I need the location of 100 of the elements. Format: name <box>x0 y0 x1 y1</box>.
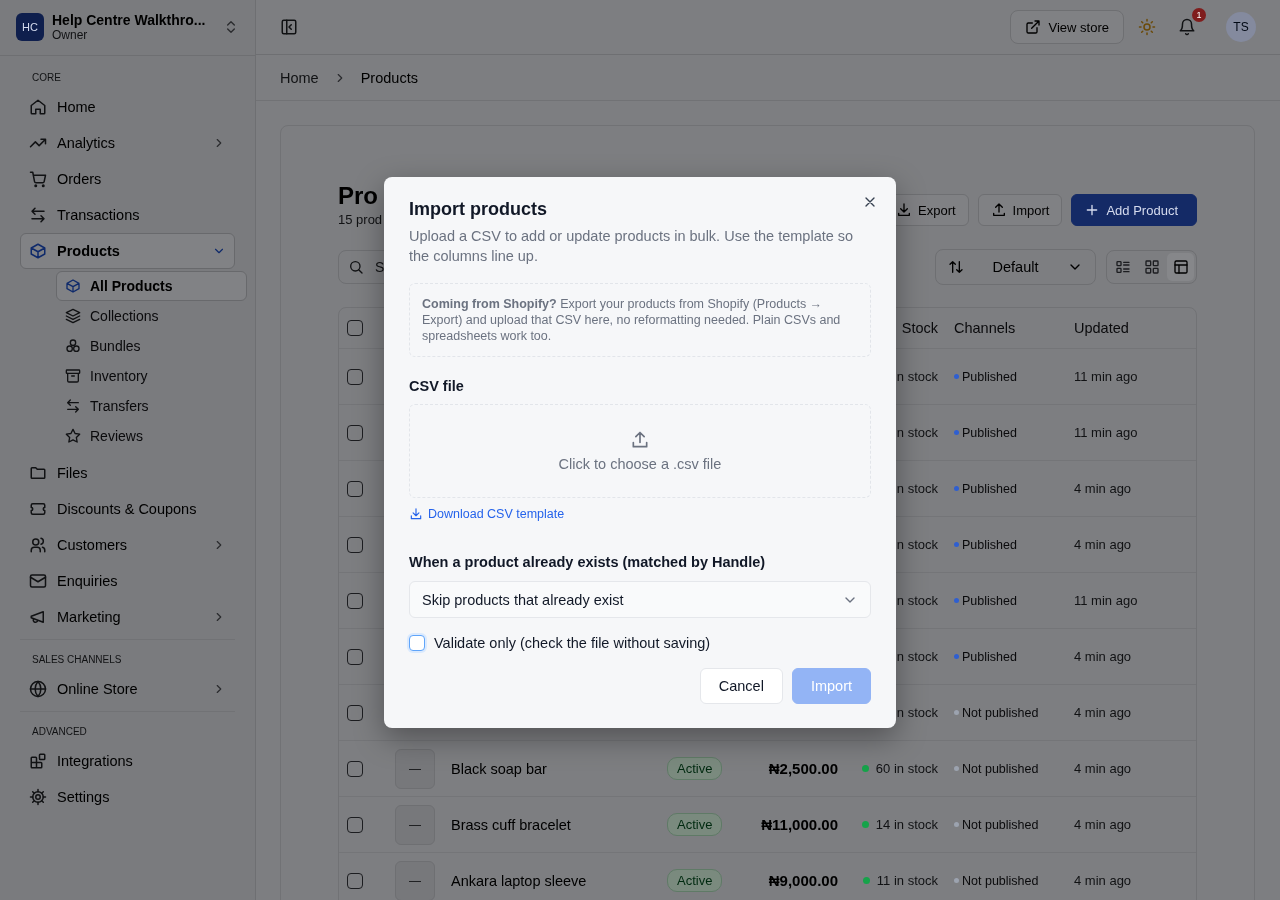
stock-text: n stock <box>896 369 938 384</box>
upload-icon <box>630 430 650 450</box>
stock-text: n stock <box>896 481 938 496</box>
product-name[interactable]: Brass cuff bracelet <box>451 816 571 833</box>
field-label: When a product already exists (matched by Handle) <box>409 554 767 570</box>
nav-item[interactable]: Online Store <box>20 671 235 707</box>
row-checkbox[interactable] <box>347 872 363 889</box>
notification-count: 1 <box>1192 8 1206 22</box>
sidebar-toggle-icon[interactable] <box>280 18 298 36</box>
stock-text: 11 in stock <box>876 873 938 888</box>
row-checkbox[interactable] <box>347 704 363 721</box>
channel-status: Published <box>962 593 1017 608</box>
table-icon <box>1172 259 1189 275</box>
nav-item[interactable]: Settings <box>20 779 235 815</box>
updated-time: 11 min ago <box>1074 425 1138 440</box>
dialog-button[interactable]: Cancel <box>699 668 783 704</box>
updated-time: 4 min ago <box>1074 537 1132 552</box>
row-checkbox[interactable] <box>347 760 363 777</box>
product-name[interactable]: Black soap bar <box>451 760 547 777</box>
breadcrumb-link[interactable]: Home <box>280 69 319 86</box>
house-icon <box>29 98 47 116</box>
updated-time: 4 min ago <box>1074 817 1132 832</box>
column-header[interactable]: Channels <box>954 320 1016 336</box>
view-store-button[interactable]: View store <box>1009 10 1124 44</box>
nav-item[interactable]: Analytics <box>20 125 235 161</box>
product-thumbnail: — <box>395 804 435 845</box>
download-template-link[interactable]: Download CSV template <box>409 507 565 521</box>
bell-icon[interactable] <box>1178 18 1196 36</box>
download-icon <box>409 507 423 521</box>
updated-time: 4 min ago <box>1074 705 1132 720</box>
row-checkbox[interactable] <box>347 592 363 609</box>
channel-status: Published <box>962 369 1017 384</box>
toolbar-button[interactable]: Import <box>977 194 1063 226</box>
cart-icon <box>29 170 47 188</box>
product-thumbnail: — <box>395 860 435 900</box>
channel-status: Not published <box>962 873 1039 888</box>
nav-subitem[interactable]: Bundles <box>56 331 247 361</box>
product-count: 15 prod <box>338 212 383 227</box>
nav-item[interactable]: Discounts & Coupons <box>20 491 235 527</box>
store-name: Help Centre Walkthro... <box>52 11 207 28</box>
file-dropzone[interactable]: Click to choose a .csv file <box>409 404 871 498</box>
external-link-icon <box>1024 19 1041 35</box>
row-checkbox[interactable] <box>347 648 363 665</box>
updated-time: 4 min ago <box>1074 761 1132 776</box>
ticket-icon <box>29 500 47 518</box>
nav-item[interactable]: Integrations <box>20 743 235 779</box>
row-checkbox[interactable] <box>347 536 363 553</box>
globe-icon <box>29 680 47 698</box>
megaphone-icon <box>29 608 47 626</box>
existing-product-select[interactable]: Skip products that already exist <box>409 581 871 618</box>
people-icon <box>29 536 47 554</box>
nav-item[interactable]: Home <box>20 89 235 125</box>
archive-icon <box>65 368 81 384</box>
row-checkbox[interactable] <box>347 480 363 497</box>
row-checkbox[interactable] <box>347 368 363 385</box>
row-checkbox[interactable] <box>347 424 363 441</box>
column-header[interactable]: Stock <box>901 320 938 336</box>
two-arrows-icon <box>65 398 81 414</box>
column-header[interactable]: Updated <box>1074 320 1129 336</box>
stock-text: n stock <box>896 705 938 720</box>
breadcrumb-link[interactable]: Products <box>360 69 418 86</box>
updated-time: 4 min ago <box>1074 873 1132 888</box>
nav-subitem[interactable]: Inventory <box>56 361 247 391</box>
layers-icon <box>65 308 81 324</box>
nav-item[interactable]: Orders <box>20 161 235 197</box>
toolbar-button[interactable]: Add Product <box>1071 194 1197 226</box>
shopify-notice: Coming from Shopify? Export your products from Shopify (Products → Export) and upload that CSV here, no reformatting needed. Plain CSVs and spreadsheets work too. <box>409 283 871 357</box>
store-role: Owner <box>52 27 89 42</box>
channel-status: Not published <box>962 761 1039 776</box>
stock-text: 60 in stock <box>875 761 938 776</box>
stock-text: n stock <box>896 425 938 440</box>
nav-item[interactable]: Enquiries <box>20 563 235 599</box>
select-all-checkbox[interactable] <box>347 320 363 336</box>
user-avatar[interactable]: TS <box>1226 12 1256 42</box>
nav-subitem[interactable]: Reviews <box>56 421 247 451</box>
stock-text: n stock <box>896 593 938 608</box>
nav-item[interactable]: Marketing <box>20 599 235 635</box>
nav-subitem[interactable]: Transfers <box>56 391 247 421</box>
product-name[interactable]: Ankara laptop sleeve <box>451 872 587 889</box>
view-mode-button[interactable] <box>1167 253 1194 281</box>
list-icon <box>1114 259 1131 275</box>
store-logo: HC <box>16 12 44 41</box>
price-text: ₦11,000.00 <box>761 816 838 833</box>
updated-time: 4 min ago <box>1074 649 1132 664</box>
stock-text: n stock <box>896 649 938 664</box>
status-badge: Active <box>667 813 723 836</box>
validate-checkbox[interactable] <box>409 635 425 651</box>
row-checkbox[interactable] <box>347 816 363 833</box>
nav-item[interactable]: Products <box>20 233 235 269</box>
updated-time: 11 min ago <box>1074 593 1138 608</box>
nav-item[interactable]: Files <box>20 455 235 491</box>
nav-item[interactable]: Transactions <box>20 197 235 233</box>
nav-subitem[interactable]: Collections <box>56 301 247 331</box>
section-heading: ADVANCED <box>31 725 88 739</box>
nav-subitem[interactable]: All Products <box>56 271 247 301</box>
blocks-icon <box>29 752 47 770</box>
checkbox-label[interactable]: Validate only (check the file without saving) <box>434 635 711 651</box>
nav-item[interactable]: Customers <box>20 527 235 563</box>
sort-dropdown[interactable]: Default <box>935 249 1096 285</box>
product-thumbnail: — <box>395 748 435 789</box>
